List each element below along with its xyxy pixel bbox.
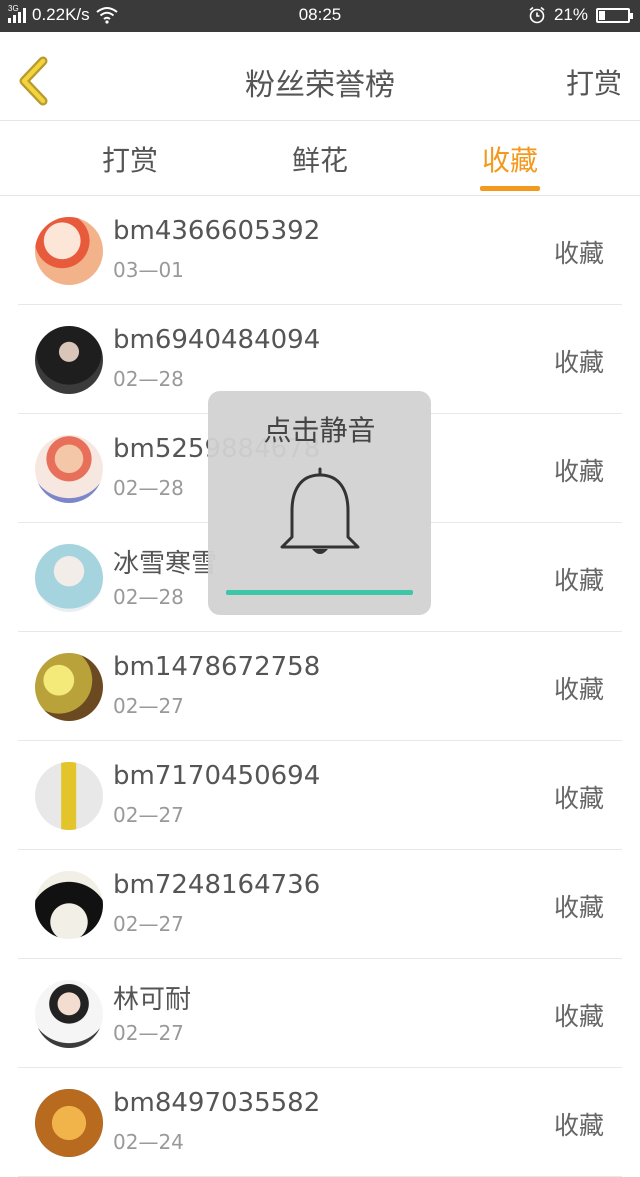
fan-date: 02—27 xyxy=(113,803,184,827)
fan-date: 03—01 xyxy=(113,258,184,282)
fan-name: bm7170450694 xyxy=(113,761,321,791)
fan-name: bm1478672758 xyxy=(113,652,321,682)
fan-name: bm8497035582 xyxy=(113,1088,321,1118)
avatar xyxy=(35,326,103,394)
avatar xyxy=(35,762,103,830)
fan-name: bm4366605392 xyxy=(113,216,321,246)
avatar xyxy=(35,217,103,285)
list-item[interactable]: bm1478672758 02—27 收藏 xyxy=(0,632,640,741)
fan-name: bm6940484094 xyxy=(113,325,321,355)
app-header: 粉丝荣誉榜 打赏 xyxy=(0,32,640,121)
battery-icon xyxy=(596,7,633,23)
favorite-label: 收藏 xyxy=(553,1111,604,1140)
avatar xyxy=(35,871,103,939)
active-tab-indicator xyxy=(480,186,540,191)
fan-list: bm4366605392 03—01 收藏 bm6940484094 02—28… xyxy=(0,196,640,1177)
fan-date: 02—27 xyxy=(113,694,184,718)
fan-date: 02—28 xyxy=(113,476,184,500)
fan-name: 林可耐 xyxy=(113,985,192,1015)
favorite-label: 收藏 xyxy=(553,348,604,377)
tab-bar: 打赏 鲜花 收藏 xyxy=(0,121,640,196)
list-item[interactable]: bm7170450694 02—27 收藏 xyxy=(0,741,640,850)
mute-toast-label: 点击静音 xyxy=(263,414,376,447)
avatar xyxy=(35,544,103,612)
list-item[interactable]: bm8497035582 02—24 收藏 xyxy=(0,1068,640,1177)
fan-name: 冰雪寒雪 xyxy=(113,549,218,579)
list-item[interactable]: 林可耐 02—27 收藏 xyxy=(0,959,640,1068)
avatar xyxy=(35,653,103,721)
tab-reward[interactable]: 打赏 xyxy=(50,139,210,179)
avatar xyxy=(35,435,103,503)
favorite-label: 收藏 xyxy=(553,893,604,922)
tab-favorites[interactable]: 收藏 xyxy=(430,139,590,179)
status-bar: 3G 0.22K/s 08:25 21% xyxy=(0,0,640,32)
avatar xyxy=(35,1089,103,1157)
favorite-label: 收藏 xyxy=(553,566,604,595)
reward-button[interactable]: 打赏 xyxy=(566,62,622,102)
favorite-label: 收藏 xyxy=(553,1002,604,1031)
fan-date: 02—24 xyxy=(113,1130,184,1154)
alarm-icon xyxy=(529,6,545,24)
fan-date: 02—28 xyxy=(113,367,184,391)
fan-name: bm7248164736 xyxy=(113,870,321,900)
favorite-label: 收藏 xyxy=(553,675,604,704)
fan-date: 02—28 xyxy=(113,585,184,609)
list-item[interactable]: bm4366605392 03—01 收藏 xyxy=(0,196,640,305)
mute-progress-bar xyxy=(226,590,413,595)
favorite-label: 收藏 xyxy=(553,239,604,268)
mute-toast[interactable]: 点击静音 xyxy=(208,391,431,615)
favorite-label: 收藏 xyxy=(553,457,604,486)
battery-percent: 21% xyxy=(553,5,588,24)
bell-icon xyxy=(280,467,360,554)
fan-date: 02—27 xyxy=(113,1021,184,1045)
page-title: 粉丝荣誉榜 xyxy=(245,68,395,103)
favorite-label: 收藏 xyxy=(553,784,604,813)
list-item[interactable]: bm7248164736 02—27 收藏 xyxy=(0,850,640,959)
fan-date: 02—27 xyxy=(113,912,184,936)
tab-flowers[interactable]: 鲜花 xyxy=(240,139,400,179)
avatar xyxy=(35,980,103,1048)
